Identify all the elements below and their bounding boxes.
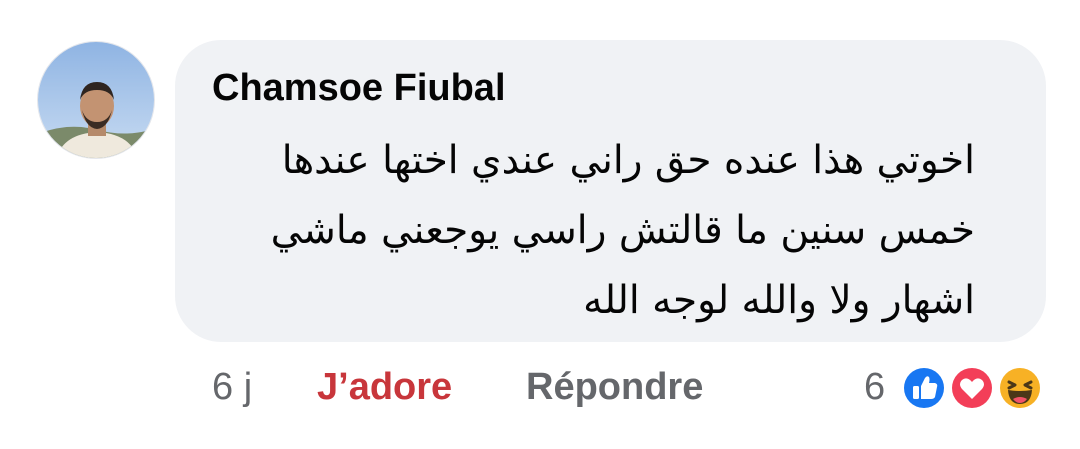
haha-icon: [997, 365, 1043, 411]
reaction-count[interactable]: 6: [864, 366, 885, 409]
comment-actions: 6 j J’adore Répondre 6: [0, 360, 1080, 416]
author-name[interactable]: Chamsoe Fiubal: [212, 67, 506, 110]
avatar[interactable]: [37, 41, 155, 159]
reply-button[interactable]: Répondre: [526, 366, 703, 409]
like-icon: [901, 365, 947, 411]
comment: Chamsoe Fiubal اخوتي هذا عنده حق راني عن…: [0, 0, 1080, 449]
comment-text: اخوتي هذا عنده حق راني عندي اختها عندها …: [270, 138, 975, 323]
timestamp[interactable]: 6 j: [212, 366, 252, 409]
like-button[interactable]: J’adore: [317, 366, 452, 409]
profile-photo-icon: [38, 42, 154, 158]
comment-bubble: Chamsoe Fiubal اخوتي هذا عنده حق راني عن…: [175, 40, 1046, 342]
love-icon: [949, 365, 995, 411]
reaction-summary[interactable]: [900, 362, 1050, 414]
